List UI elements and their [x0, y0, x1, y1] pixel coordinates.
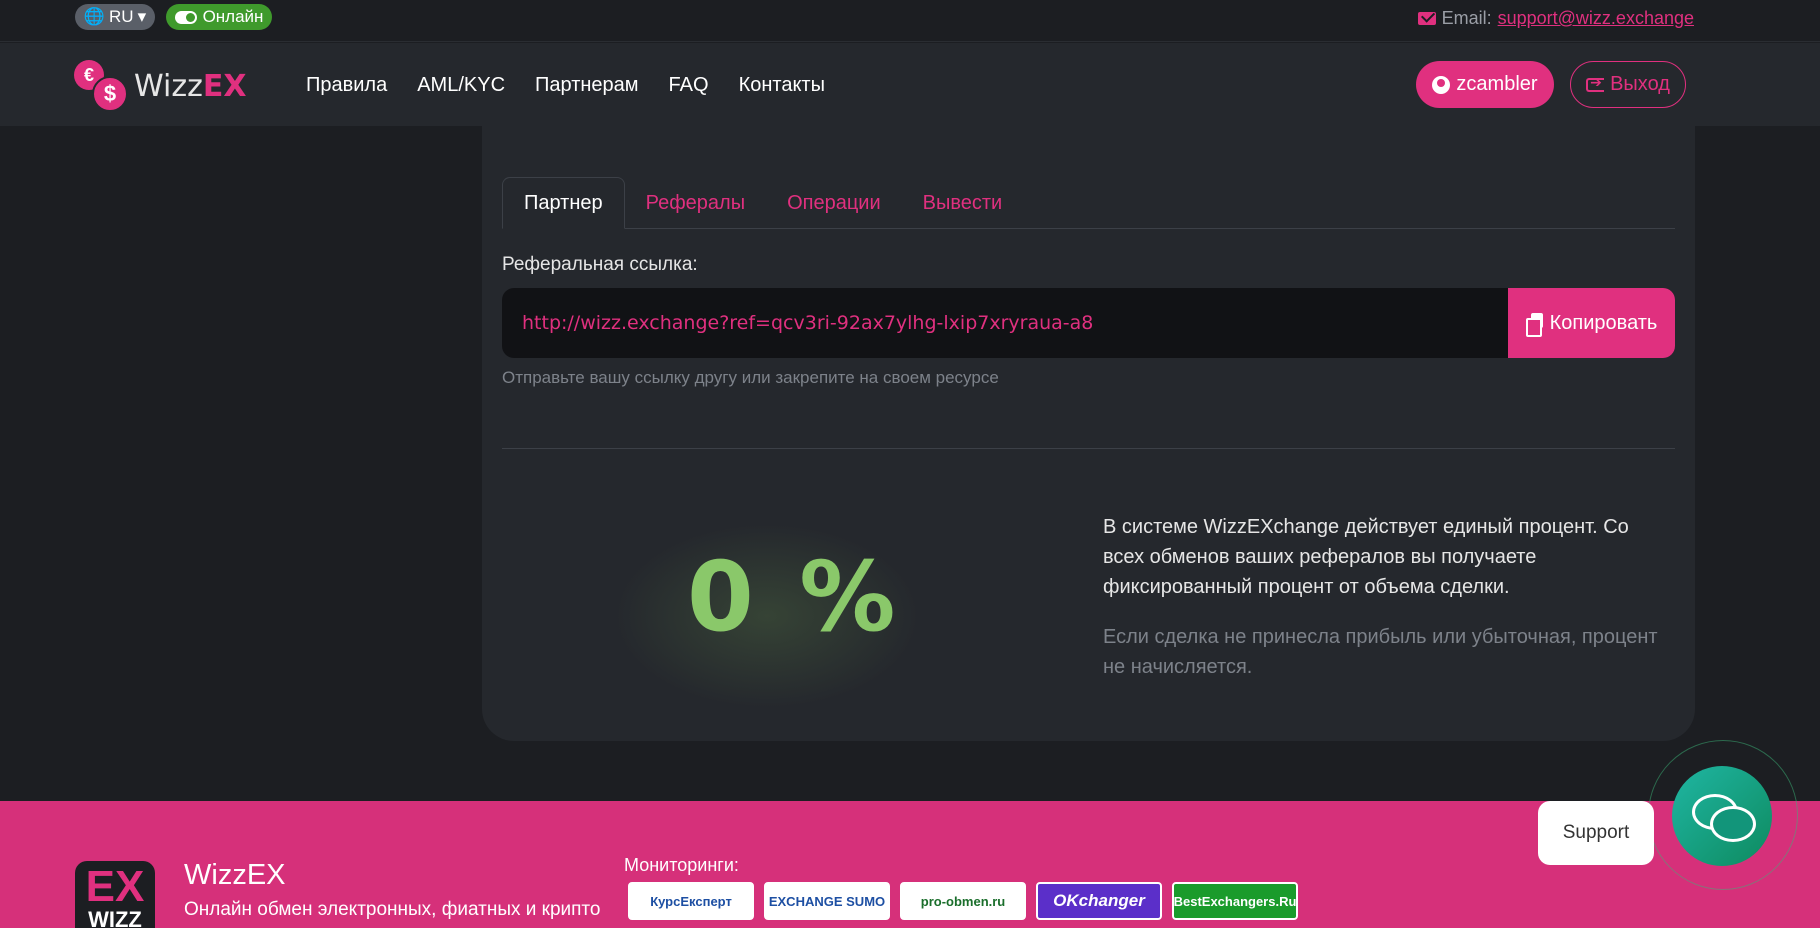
email-label: Email:: [1441, 8, 1492, 28]
commission-note: Если сделка не принесла прибыль или убыт…: [1103, 626, 1658, 678]
nav-aml-kyc[interactable]: AML/KYC: [417, 74, 505, 97]
monitor-bestexchangers[interactable]: BestExchangers.Ru: [1172, 882, 1298, 920]
footer-brand: WizzEX: [184, 859, 286, 891]
monitor-kursexpert[interactable]: КурсЕксперт: [628, 882, 754, 920]
monitor-pro-obmen[interactable]: pro-obmen.ru: [900, 882, 1026, 920]
tab-withdraw[interactable]: Вывести: [902, 177, 1024, 229]
copy-label: Копировать: [1549, 311, 1658, 334]
top-bar: 🌐 RU ▾ Онлайн Email: support@wizz.exchan…: [0, 0, 1820, 42]
support-label[interactable]: Support: [1538, 801, 1654, 865]
partner-tabs: Партнер Рефералы Операции Вывести: [502, 177, 1675, 229]
username-label: zcambler: [1456, 73, 1538, 95]
nav-contacts[interactable]: Контакты: [739, 74, 825, 97]
tab-operations[interactable]: Операции: [766, 177, 902, 229]
nav-rules[interactable]: Правила: [306, 74, 387, 97]
footer-description: Онлайн обмен электронных, фиатных и крип…: [184, 899, 601, 920]
coins-logo-icon: € $: [74, 60, 128, 112]
toggle-icon: [174, 10, 197, 24]
user-icon: [1432, 75, 1451, 94]
referral-link-group: http://wizz.exchange?ref=qcv3ri-92ax7ylh…: [502, 288, 1675, 358]
monitors-list: КурсЕксперт EXCHANGE SUMO pro-obmen.ru O…: [628, 882, 1298, 920]
partner-card: Партнер Рефералы Операции Вывести Рефера…: [482, 126, 1695, 741]
divider: [502, 448, 1675, 449]
footer-logo[interactable]: EX WIZZ: [75, 861, 155, 928]
globe-icon: 🌐: [83, 7, 106, 26]
copy-icon: [1525, 313, 1544, 337]
logout-label: Выход: [1610, 73, 1670, 95]
online-status-badge: Онлайн: [166, 4, 272, 30]
chat-icon: [1692, 794, 1756, 842]
logout-icon: [1586, 74, 1605, 92]
site-logo[interactable]: € $ WizzEX: [74, 60, 246, 112]
copy-button[interactable]: Копировать: [1508, 288, 1675, 358]
tab-referrals[interactable]: Рефералы: [625, 177, 766, 229]
language-label: RU: [109, 7, 134, 26]
online-status-label: Онлайн: [202, 7, 264, 26]
monitor-exchangesumo[interactable]: EXCHANGE SUMO: [764, 882, 890, 920]
main-header: € $ WizzEX Правила AML/KYC Партнерам FAQ…: [0, 43, 1820, 126]
commission-info: В системе WizzEXchange действует единый …: [1103, 516, 1629, 598]
mail-icon: [1417, 12, 1436, 25]
caret-down-icon: ▾: [137, 7, 147, 26]
tab-partner[interactable]: Партнер: [502, 177, 625, 229]
monitors-label: Мониторинги:: [624, 855, 739, 875]
nav-partners[interactable]: Партнерам: [535, 74, 639, 97]
email-link[interactable]: support@wizz.exchange: [1498, 8, 1694, 29]
contact-email: Email: support@wizz.exchange: [1417, 8, 1694, 29]
monitor-okchanger[interactable]: OKchanger: [1036, 882, 1162, 920]
user-account-button[interactable]: zcambler: [1416, 61, 1554, 108]
nav-faq[interactable]: FAQ: [669, 74, 709, 97]
referral-link-field[interactable]: http://wizz.exchange?ref=qcv3ri-92ax7ylh…: [502, 288, 1508, 358]
referral-hint: Отправьте вашу ссылку другу или закрепит…: [502, 368, 999, 387]
commission-percent: 0 %: [687, 541, 902, 653]
logo-text: WizzEX: [134, 68, 247, 104]
main-nav: Правила AML/KYC Партнерам FAQ Контакты: [306, 74, 825, 97]
language-selector[interactable]: 🌐 RU ▾: [75, 4, 155, 30]
logout-button[interactable]: Выход: [1570, 61, 1686, 108]
referral-link-label: Реферальная ссылка:: [502, 254, 698, 275]
support-chat-button[interactable]: [1672, 766, 1772, 866]
